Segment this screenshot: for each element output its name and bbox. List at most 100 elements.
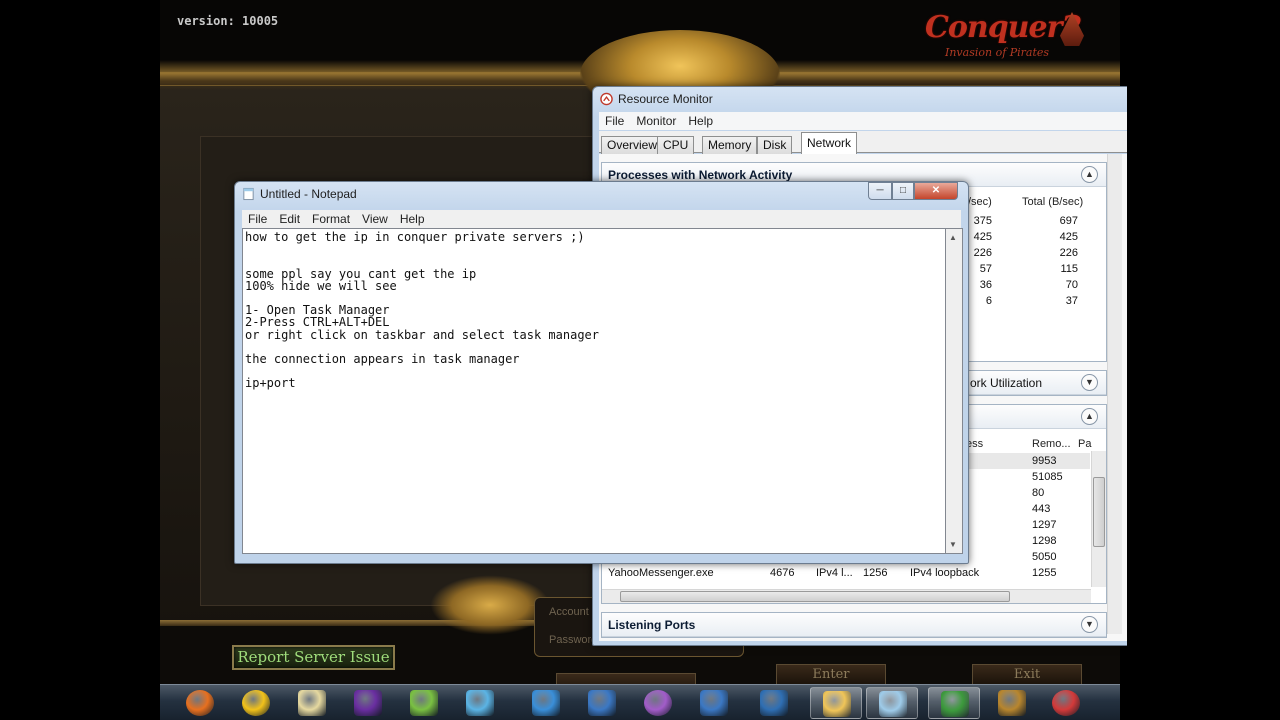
taskbar-button[interactable]: [230, 687, 282, 719]
processes-title: Processes with Network Activity: [608, 168, 793, 182]
text-line: [245, 243, 943, 255]
minimize-icon[interactable]: ─: [868, 182, 892, 200]
total-value: 37: [1065, 295, 1078, 307]
tcp-horizontal-scrollbar[interactable]: [602, 589, 1091, 603]
remote-port-cell: 443: [1032, 503, 1051, 515]
window-controls: ─ □ ✕: [868, 182, 958, 200]
taskbar-button[interactable]: [632, 687, 684, 719]
expand-chevron-icon[interactable]: ▼: [1081, 616, 1098, 633]
text-line: some ppl say you cant get the ip: [245, 266, 477, 281]
taskbar-button[interactable]: [866, 687, 918, 719]
image-cell: YahooMessenger.exe: [608, 567, 714, 579]
resmon-titlebar[interactable]: Resource Monitor: [593, 87, 1127, 111]
col-remote-port[interactable]: Remo...: [1032, 438, 1071, 450]
menu-view[interactable]: View: [356, 212, 394, 226]
scroll-thumb[interactable]: [620, 591, 1010, 602]
tab-memory[interactable]: Memory: [702, 136, 758, 154]
total-value: 70: [1065, 279, 1078, 291]
register-button[interactable]: [556, 673, 696, 684]
text-line: [245, 255, 943, 267]
remote-port-cell: 80: [1032, 487, 1045, 499]
remote-address-cell: IPv4 loopback: [910, 567, 980, 579]
pid-cell: 4676: [770, 567, 795, 579]
monitor-icon: [532, 690, 560, 716]
notepad-title: Untitled - Notepad: [260, 187, 357, 201]
total-value: 115: [1060, 263, 1078, 275]
password-label: Password: [549, 634, 598, 646]
opera-icon: [1052, 690, 1080, 716]
conquer-icon: [998, 690, 1026, 716]
taskbar-button[interactable]: [576, 687, 628, 719]
scroll-thumb[interactable]: [1093, 477, 1105, 547]
taskbar-button[interactable]: [286, 687, 338, 719]
taskbar: [160, 684, 1120, 720]
tab-disk[interactable]: Disk: [757, 136, 793, 154]
taskbar-button[interactable]: [174, 687, 226, 719]
taskbar-button[interactable]: [688, 687, 740, 719]
total-value: 425: [1059, 231, 1078, 243]
conquer-logo: Conquer2 Invasion of Pirates: [925, 10, 1085, 66]
tab-cpu[interactable]: CPU: [657, 136, 695, 154]
expand-chevron-icon[interactable]: ▼: [1081, 374, 1098, 391]
taskbar-button[interactable]: [810, 687, 862, 719]
col-send-partial[interactable]: /sec): [968, 196, 992, 208]
yahoo-messenger-icon: [242, 690, 270, 716]
taskbar-button[interactable]: [454, 687, 506, 719]
tcp-vertical-scrollbar[interactable]: [1091, 451, 1106, 587]
menu-edit[interactable]: Edit: [273, 212, 306, 226]
close-icon[interactable]: ✕: [914, 182, 958, 200]
maximize-icon[interactable]: □: [892, 182, 914, 200]
notepad-text-area[interactable]: how to get the ip in conquer private ser…: [242, 228, 946, 554]
total-value: 697: [1059, 215, 1078, 227]
text-line: 100% hide we will see: [245, 278, 397, 293]
taskbar-button[interactable]: [520, 687, 572, 719]
bonzi-icon: [644, 690, 672, 716]
taskbar-button[interactable]: [748, 687, 800, 719]
taskbar-button[interactable]: [1040, 687, 1092, 719]
report-server-issue-button[interactable]: Report Server Issue: [232, 645, 395, 670]
col-total[interactable]: Total (B/sec): [1022, 196, 1083, 208]
tab-overview[interactable]: Overview: [601, 136, 664, 154]
listening-ports-header[interactable]: Listening Ports ▼: [602, 613, 1106, 637]
swirl-icon: [588, 690, 616, 716]
logo-sub-text: Invasion of Pirates: [945, 46, 1050, 59]
exit-button[interactable]: Exit: [972, 664, 1082, 684]
taskbar-button[interactable]: [986, 687, 1038, 719]
swirl-icon-2: [700, 690, 728, 716]
text-line: 2-Press CTRL+ALT+DEL: [245, 315, 390, 330]
menu-format[interactable]: Format: [306, 212, 356, 226]
selected-row-highlight: [966, 453, 1090, 469]
notepad-titlebar[interactable]: Untitled - Notepad ─ □ ✕: [235, 182, 968, 206]
chart-doc-icon: [410, 690, 438, 716]
gold-ornament-left: [160, 60, 590, 90]
resmon-menu-help[interactable]: Help: [682, 114, 719, 128]
collapse-chevron-icon[interactable]: ▲: [1081, 408, 1098, 425]
notepad-menubar: File Edit Format View Help: [242, 210, 961, 228]
tab-network[interactable]: Network: [801, 132, 858, 154]
resmon-menu-file[interactable]: File: [599, 114, 630, 128]
resmon-menu-monitor[interactable]: Monitor: [630, 114, 682, 128]
taskbar-button[interactable]: [342, 687, 394, 719]
scroll-down-arrow-icon[interactable]: ▼: [949, 540, 957, 549]
protocol-cell: IPv4 l...: [816, 567, 853, 579]
notepad-vertical-scrollbar[interactable]: ▲ ▼: [946, 228, 963, 554]
col-packet-loss-partial[interactable]: Pa: [1078, 438, 1091, 450]
text-line: ip+port: [245, 376, 296, 391]
collapse-chevron-icon[interactable]: ▲: [1081, 166, 1098, 183]
virtualbox-icon: [760, 690, 788, 716]
text-line: or right click on taskbar and select tas…: [245, 327, 600, 342]
text-line: how to get the ip in conquer private ser…: [245, 230, 585, 244]
menu-help[interactable]: Help: [394, 212, 431, 226]
remote-port-cell: 1297: [1032, 519, 1057, 531]
taskbar-button[interactable]: [928, 687, 980, 719]
remote-port-cell: 1255: [1032, 567, 1057, 579]
scroll-up-arrow-icon[interactable]: ▲: [949, 233, 957, 242]
visual-studio-icon: [354, 690, 382, 716]
taskbar-button[interactable]: [398, 687, 450, 719]
resmon-right-scrollbar[interactable]: [1107, 154, 1122, 634]
menu-file[interactable]: File: [242, 212, 273, 226]
explorer-folder-icon: [823, 691, 851, 717]
notepad-icon: [879, 691, 907, 717]
enter-button[interactable]: Enter: [776, 664, 886, 684]
total-value: 226: [1059, 247, 1078, 259]
